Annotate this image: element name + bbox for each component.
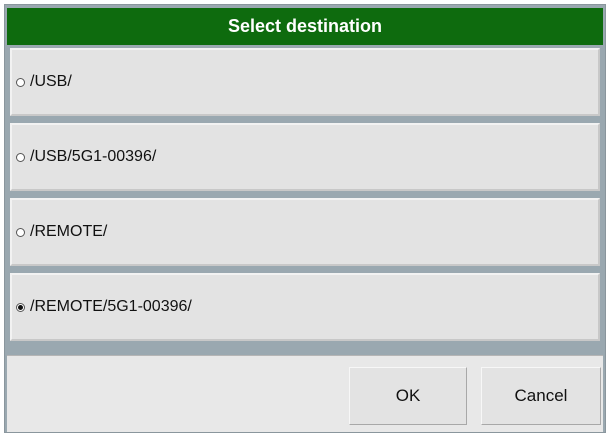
- radio-button-remote[interactable]: [16, 227, 25, 237]
- ok-button[interactable]: OK: [349, 367, 467, 425]
- destination-option-label: /REMOTE/: [30, 223, 108, 240]
- cancel-button[interactable]: Cancel: [481, 367, 601, 425]
- destination-option-label: /REMOTE/5G1-00396/: [30, 298, 192, 315]
- destination-option-usb-5g1-00396[interactable]: /USB/5G1-00396/: [10, 123, 600, 191]
- dialog-title: Select destination: [7, 8, 603, 45]
- destination-option-remote-5g1-00396[interactable]: /REMOTE/5G1-00396/: [10, 273, 600, 341]
- radio-button-usb-5g1-00396[interactable]: [16, 152, 25, 162]
- destination-option-remote[interactable]: /REMOTE/: [10, 198, 600, 266]
- destination-option-label: /USB/5G1-00396/: [30, 148, 157, 165]
- radio-button-usb[interactable]: [16, 77, 25, 87]
- select-destination-dialog: Select destination /USB/ /USB/5G1-00396/…: [4, 4, 606, 433]
- radio-button-remote-5g1-00396[interactable]: [16, 302, 25, 312]
- destination-option-label: /USB/: [30, 73, 72, 90]
- destination-option-usb[interactable]: /USB/: [10, 48, 600, 116]
- dialog-button-bar: OK Cancel: [7, 355, 603, 432]
